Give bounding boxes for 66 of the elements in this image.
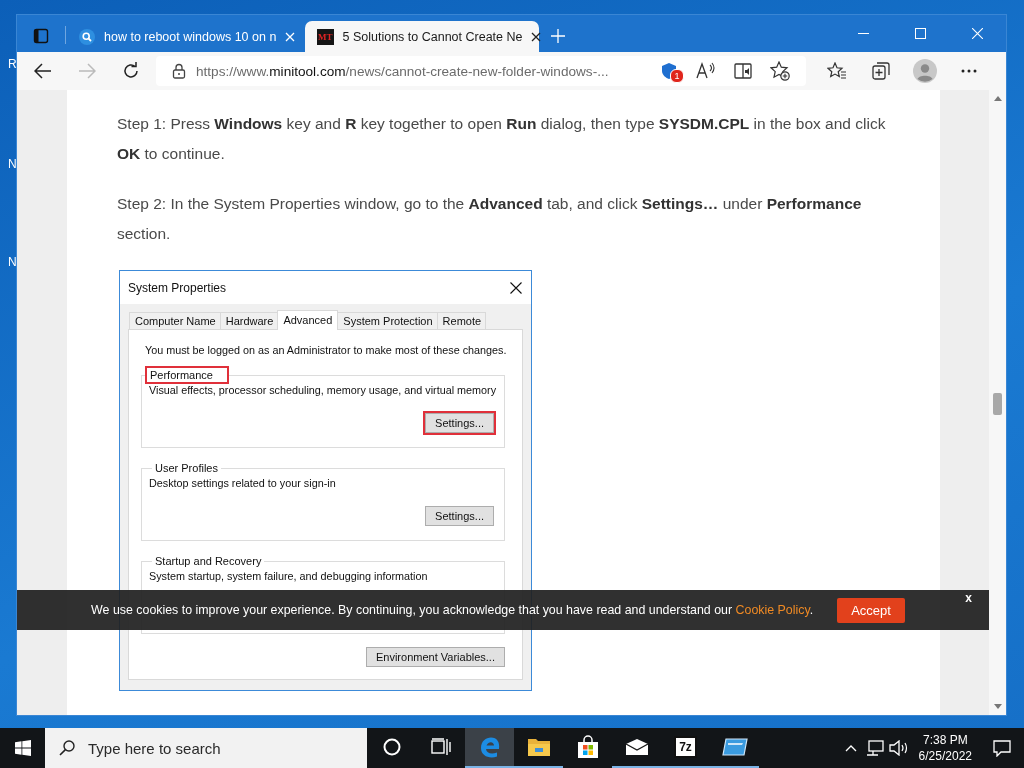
add-favorite-icon[interactable] bbox=[769, 61, 790, 81]
read-aloud-icon[interactable] bbox=[695, 62, 716, 80]
dialog-title: System Properties bbox=[128, 280, 227, 295]
mail-icon bbox=[624, 738, 649, 756]
notification-badge: 1 bbox=[670, 69, 684, 83]
desktop-icon-label[interactable]: N bbox=[8, 255, 17, 269]
search-field[interactable]: Type here to search bbox=[45, 728, 367, 768]
collections-icon[interactable] bbox=[872, 62, 890, 80]
group-title: Performance bbox=[147, 368, 227, 382]
close-icon[interactable] bbox=[510, 281, 522, 294]
clock-date[interactable]: 6/25/2022 bbox=[918, 748, 972, 764]
folder-icon bbox=[526, 736, 551, 758]
cookie-policy-link[interactable]: Cookie Policy bbox=[735, 603, 810, 617]
group-description: System startup, system failure, and debugging information bbox=[149, 570, 428, 582]
cortana-icon bbox=[382, 738, 401, 756]
browser-tab[interactable]: how to reboot windows 10 on n bbox=[67, 21, 301, 52]
group-description: Visual effects, processor scheduling, memory usage, and virtual memory bbox=[149, 384, 497, 396]
paragraph: Step 1: Press Windows key and R key together to open Run dialog, then type SYSDM.CPL in the box and click OK to continue. bbox=[117, 114, 887, 164]
search-icon bbox=[79, 28, 95, 45]
new-tab-icon[interactable] bbox=[551, 28, 565, 43]
back-icon[interactable] bbox=[34, 63, 52, 79]
network-icon[interactable] bbox=[865, 740, 884, 756]
notice-text: You must be logged on as an Administrator to make most of these changes. bbox=[145, 343, 507, 357]
site-logo: MT bbox=[317, 28, 334, 45]
dialog-tab[interactable]: Advanced bbox=[277, 310, 339, 330]
lock-icon bbox=[172, 63, 186, 79]
windows-logo-icon[interactable] bbox=[14, 740, 31, 756]
taskbar-app-button[interactable]: 7z bbox=[661, 728, 710, 768]
desktop-icon-label[interactable]: R bbox=[8, 57, 17, 71]
clock-time[interactable]: 7:38 PM bbox=[922, 732, 968, 748]
more-icon[interactable] bbox=[961, 69, 977, 73]
avatar-icon[interactable] bbox=[913, 59, 937, 83]
reload-icon[interactable] bbox=[122, 62, 140, 80]
task-view-icon bbox=[430, 738, 451, 756]
shopping-bag-icon bbox=[576, 735, 599, 759]
maximize-icon[interactable] bbox=[915, 28, 926, 39]
reader-icon[interactable] bbox=[733, 62, 752, 80]
environment-variables-button[interactable]: Environment Variables... bbox=[365, 647, 505, 667]
app-window-icon bbox=[721, 737, 748, 757]
dialog-tab[interactable]: Remote bbox=[436, 312, 487, 329]
accept-button[interactable]: Accept bbox=[837, 597, 905, 623]
group-title: User Profiles bbox=[154, 461, 219, 475]
close-button[interactable]: x bbox=[965, 591, 972, 605]
tab-list-icon[interactable] bbox=[33, 27, 49, 44]
dialog-tab[interactable]: System Protection bbox=[337, 312, 438, 329]
archive-app-icon: 7z bbox=[674, 736, 697, 758]
dialog-tab[interactable]: Computer Name bbox=[129, 312, 221, 329]
url-text: https://www.minitool.com/news/cannot-create-new-folder-windows-... bbox=[196, 63, 610, 79]
settings-button[interactable]: Settings... bbox=[425, 413, 494, 433]
search-icon bbox=[59, 740, 75, 756]
desktop-icon-label[interactable]: N bbox=[8, 157, 17, 171]
cookie-message: We use cookies to improve your experience. By continuing, you acknowledge that you have read and understand our Cookie Policy. bbox=[91, 603, 814, 617]
notification-icon[interactable] bbox=[993, 739, 1011, 757]
volume-icon[interactable] bbox=[888, 740, 909, 756]
browser-tab[interactable]: MT 5 Solutions to Cannot Create Ne bbox=[305, 21, 539, 52]
scrollbar-thumb[interactable] bbox=[993, 393, 1002, 415]
scroll-down-icon[interactable] bbox=[993, 704, 1002, 709]
scroll-up-icon[interactable] bbox=[993, 96, 1002, 101]
group-title: Startup and Recovery bbox=[154, 554, 263, 568]
paragraph: Step 2: In the System Properties window, go to the Advanced tab, and click Settings… under Performance section. bbox=[117, 194, 863, 244]
favorites-icon[interactable] bbox=[827, 62, 847, 80]
group-description: Desktop settings related to your sign-in bbox=[149, 477, 336, 489]
address-bar[interactable]: https://www.minitool.com/news/cannot-create-new-folder-windows-... 1 bbox=[156, 56, 806, 86]
settings-button[interactable]: Settings... bbox=[425, 506, 494, 526]
close-icon[interactable] bbox=[531, 31, 542, 42]
chevron-up-icon[interactable] bbox=[844, 744, 857, 752]
